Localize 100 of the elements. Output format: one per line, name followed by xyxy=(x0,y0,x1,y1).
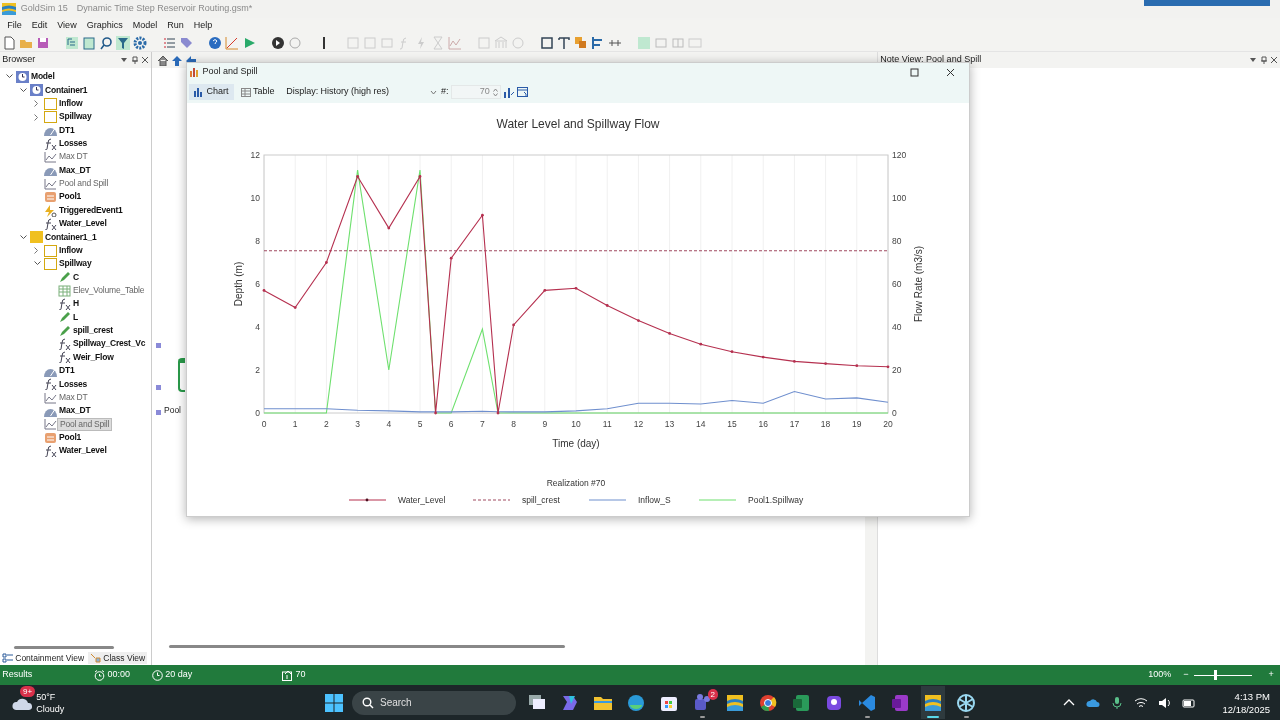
tree-item[interactable]: Losses xyxy=(57,137,90,151)
up-arrow-icon[interactable] xyxy=(170,54,183,66)
menu-item[interactable]: Model xyxy=(127,19,163,33)
tree-item[interactable]: spill_crest xyxy=(71,324,115,338)
menu-item[interactable]: File xyxy=(2,19,27,33)
help-icon[interactable] xyxy=(208,35,223,50)
window-filter-icon[interactable] xyxy=(517,86,530,98)
legend-label: Water_Level xyxy=(398,495,446,505)
tree-item[interactable]: Spillway_Crest_Vc xyxy=(71,337,148,351)
axis-title: Depth (m) xyxy=(233,261,244,307)
tree-item[interactable]: Losses xyxy=(57,377,90,391)
menu-item[interactable]: Edit xyxy=(26,19,53,33)
tree-item[interactable]: Water_Level xyxy=(57,444,109,458)
tree-item[interactable]: Elev_Volume_Table xyxy=(71,284,147,298)
menu-item[interactable]: Help xyxy=(188,19,218,33)
view-tab[interactable]: Table xyxy=(235,84,280,100)
tree-item[interactable]: Weir_Flow xyxy=(71,350,116,365)
play-icon[interactable] xyxy=(242,35,257,50)
save-icon[interactable] xyxy=(36,35,51,50)
tree-item[interactable]: Max DT xyxy=(57,390,90,405)
clock-date[interactable]: 12/18/2025 xyxy=(1222,702,1270,716)
menu-item[interactable]: View xyxy=(52,19,82,33)
settings-icon[interactable] xyxy=(133,35,148,50)
collapse-caret-icon[interactable] xyxy=(6,74,13,80)
tag-icon[interactable] xyxy=(179,35,194,50)
wifi-icon[interactable] xyxy=(1134,695,1149,710)
view-tab[interactable]: Chart xyxy=(189,84,234,100)
dropdown-icon[interactable] xyxy=(1249,56,1258,64)
tree-item[interactable]: Pool1 xyxy=(57,430,84,445)
scrollbar[interactable] xyxy=(168,645,565,648)
tree-item[interactable]: Spillway xyxy=(57,110,94,124)
maximize-icon[interactable] xyxy=(909,67,919,77)
axis-tick-label: 20 xyxy=(883,419,893,429)
scrollbar[interactable] xyxy=(13,645,114,649)
start-icon[interactable] xyxy=(325,693,343,712)
view-tab[interactable]: Containment View xyxy=(0,651,87,665)
zoom-out-button[interactable]: − xyxy=(1183,668,1189,682)
rectangle-icon[interactable] xyxy=(540,35,555,50)
filter-icon[interactable] xyxy=(116,35,131,50)
tree-item[interactable]: Pool and Spill xyxy=(57,417,113,431)
tree-item[interactable]: Pool and Spill xyxy=(57,177,111,191)
tree-item[interactable]: L xyxy=(71,310,80,325)
axis-tick-label: 2 xyxy=(255,365,260,375)
alarm-clock-icon xyxy=(94,669,106,681)
collapse-caret-icon[interactable] xyxy=(20,234,27,240)
tree-item[interactable]: DT1 xyxy=(57,364,77,378)
tree-item[interactable]: Water_Level xyxy=(57,217,109,231)
app-logo-icon xyxy=(923,692,943,713)
graph-icon[interactable] xyxy=(225,35,240,50)
menu-item[interactable]: Run xyxy=(162,19,189,33)
tree-item[interactable]: Container1_1 xyxy=(43,230,99,244)
taskbar-button[interactable] xyxy=(921,686,945,719)
tree-item[interactable]: Container1 xyxy=(43,83,90,97)
pin-icon[interactable] xyxy=(1259,56,1268,64)
close-icon[interactable] xyxy=(945,67,955,77)
expand-caret-icon[interactable] xyxy=(34,247,39,255)
slider-thumb[interactable] xyxy=(1214,670,1218,680)
tree-item[interactable]: C xyxy=(71,270,81,284)
expand-caret-icon[interactable] xyxy=(34,100,39,108)
text-tool-icon[interactable] xyxy=(557,35,572,50)
tree-item[interactable]: Max DT xyxy=(57,150,90,164)
dropdown-icon[interactable] xyxy=(120,56,129,64)
tree-item[interactable]: Model xyxy=(29,70,57,84)
tree-item[interactable]: Max_DT xyxy=(57,404,93,418)
pin-icon[interactable] xyxy=(130,56,139,64)
tree-item[interactable]: TriggeredEvent1 xyxy=(57,203,125,218)
panel-title: Browser xyxy=(2,53,37,67)
collapse-caret-icon[interactable] xyxy=(34,261,41,267)
tree-item[interactable]: Pool1 xyxy=(57,190,84,204)
chart-options-icon[interactable] xyxy=(503,86,516,98)
menu-item[interactable]: Graphics xyxy=(81,19,128,33)
clipboard-icon[interactable] xyxy=(82,35,97,50)
tree-item[interactable]: Inflow xyxy=(57,96,85,111)
layers-icon[interactable] xyxy=(574,35,589,50)
close-icon[interactable] xyxy=(1269,56,1278,64)
table-icon xyxy=(58,284,71,297)
tree-item[interactable]: Spillway xyxy=(57,257,94,271)
clock-time[interactable]: 4:13 PM xyxy=(1234,689,1270,703)
new-file-icon[interactable] xyxy=(2,35,17,50)
microphone-icon[interactable] xyxy=(1110,695,1125,710)
volume-icon[interactable] xyxy=(1158,695,1173,710)
expand-caret-icon[interactable] xyxy=(34,113,39,121)
close-icon[interactable] xyxy=(140,56,149,64)
display-dropdown[interactable]: History (high res) xyxy=(320,85,437,99)
step-icon[interactable] xyxy=(271,35,286,50)
legend-title: Realization #70 xyxy=(546,478,606,488)
temperature: 50°F xyxy=(36,690,57,703)
tree-item[interactable]: DT1 xyxy=(57,123,77,138)
realization-spinner[interactable]: 70 xyxy=(450,85,501,99)
search-field[interactable]: Search xyxy=(352,690,516,715)
tree-item[interactable]: Inflow xyxy=(57,243,85,258)
status-mode: Results xyxy=(2,668,33,682)
tree-item[interactable]: Max_DT xyxy=(57,163,93,178)
tree-item[interactable]: H xyxy=(71,297,81,311)
search-icon[interactable] xyxy=(99,35,114,50)
zoom-in-button[interactable]: + xyxy=(1268,668,1274,682)
home-icon[interactable] xyxy=(156,54,169,66)
view-tab[interactable]: Class View xyxy=(88,651,148,665)
collapse-caret-icon[interactable] xyxy=(20,87,27,93)
axis-tick-label: 11 xyxy=(602,419,612,429)
